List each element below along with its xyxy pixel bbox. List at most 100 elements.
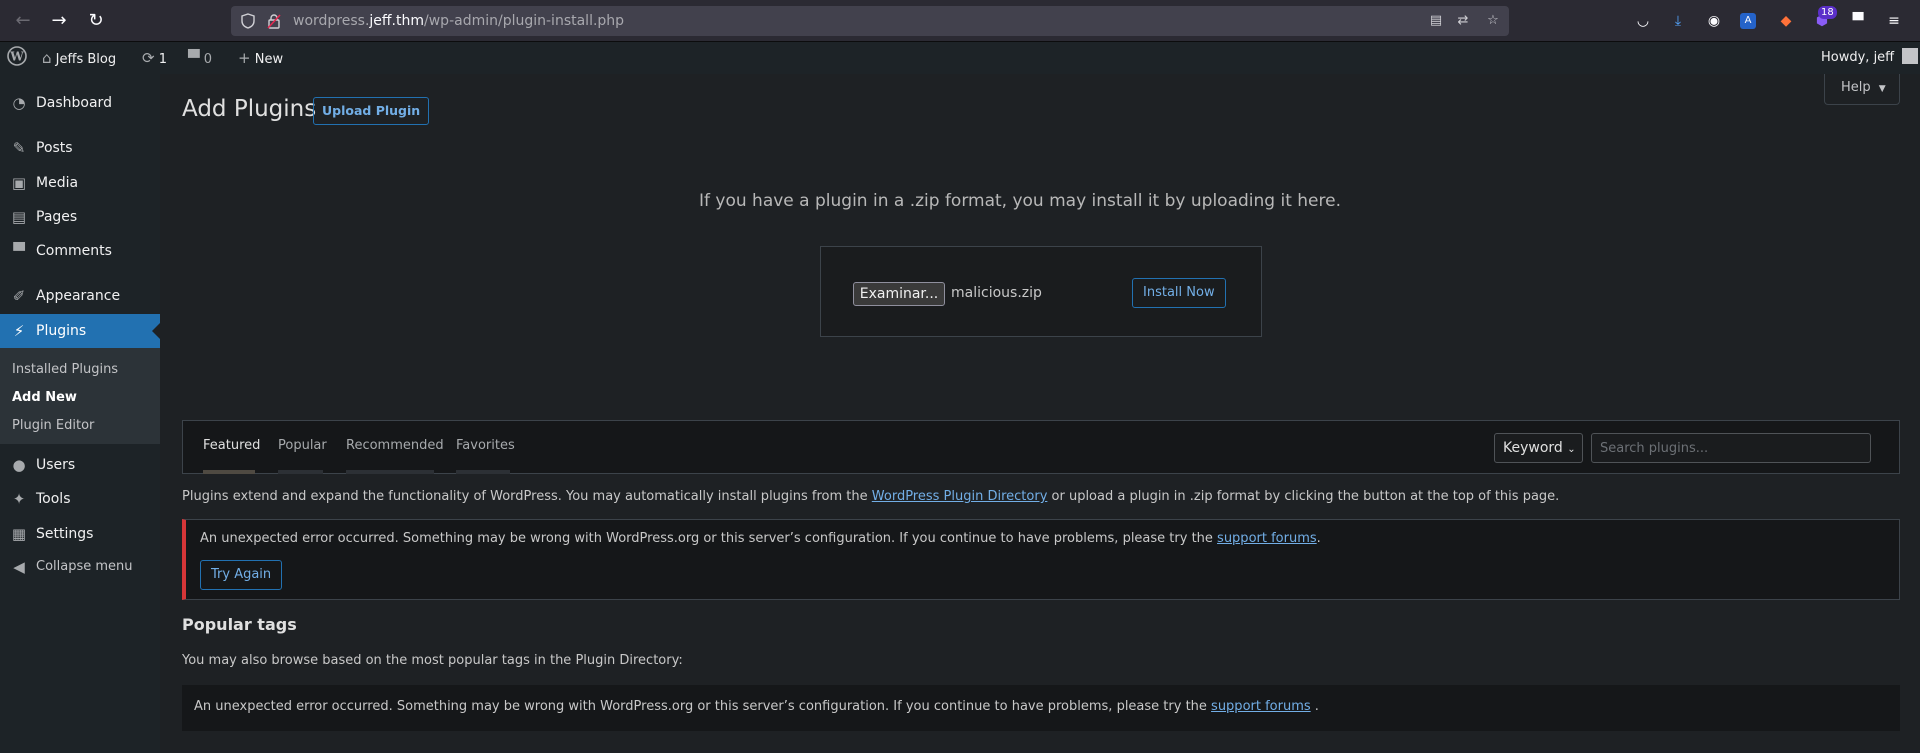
plus-icon: + bbox=[238, 49, 251, 67]
browser-toolbar: ← → ↻ wordpress.jeff.thm/wp-admin/plugin… bbox=[0, 0, 1920, 42]
support-forums-link[interactable]: support forums bbox=[1217, 531, 1317, 546]
sidebar-item-pages[interactable]: ▤ Pages bbox=[0, 200, 160, 234]
plugins-submenu: Installed Plugins Add New Plugin Editor bbox=[0, 348, 160, 444]
main-content: Help ▼ Add Plugins Upload Plugin If you … bbox=[160, 74, 1920, 753]
sidebar-item-settings[interactable]: ▦ Settings bbox=[0, 517, 160, 551]
upload-plugin-form: Examinar... malicious.zip Install Now bbox=[820, 246, 1262, 337]
error-text-part: . bbox=[1316, 531, 1321, 546]
translator-extension-icon[interactable]: A bbox=[1740, 13, 1756, 29]
caret-down-icon: ▼ bbox=[1878, 84, 1886, 94]
search-type-value: Keyword bbox=[1503, 440, 1563, 456]
try-again-button[interactable]: Try Again bbox=[200, 560, 283, 590]
collapse-menu-button[interactable]: ◀ Collapse menu bbox=[0, 550, 160, 584]
tab-favorites[interactable]: Favorites bbox=[456, 421, 515, 474]
plugin-filter-bar: Featured Popular Recommended Favorites K… bbox=[182, 420, 1900, 474]
submenu-plugin-editor[interactable]: Plugin Editor bbox=[12, 418, 94, 433]
comments-link[interactable]: ▀ 0 bbox=[188, 42, 212, 74]
tab-popular[interactable]: Popular bbox=[278, 421, 327, 474]
selected-file-name: malicious.zip bbox=[951, 285, 1042, 301]
support-forums-link-2[interactable]: support forums bbox=[1211, 699, 1311, 714]
sidebar-item-label: Comments bbox=[36, 243, 112, 259]
tab-recommended[interactable]: Recommended bbox=[346, 421, 444, 474]
submenu-add-new[interactable]: Add New bbox=[12, 390, 77, 405]
extension-mask-icon[interactable]: ◉ bbox=[1704, 11, 1724, 31]
tags-error-message: An unexpected error occurred. Something … bbox=[194, 699, 1319, 714]
bookmark-star-icon[interactable]: ☆ bbox=[1485, 13, 1501, 29]
error-text-part: An unexpected error occurred. Something … bbox=[194, 699, 1212, 714]
sidebar-item-plugins[interactable]: ⚡ Plugins bbox=[0, 314, 160, 348]
tags-error-notice: An unexpected error occurred. Something … bbox=[182, 685, 1900, 731]
translate-icon[interactable]: ⇄ bbox=[1455, 13, 1471, 29]
search-plugins-input[interactable] bbox=[1591, 433, 1871, 463]
new-label: New bbox=[254, 52, 284, 67]
sidebar-item-posts[interactable]: ✎ Posts bbox=[0, 131, 160, 165]
error-text-part: . bbox=[1310, 699, 1319, 714]
sidebar-item-appearance[interactable]: ✐ Appearance bbox=[0, 279, 160, 313]
sidebar-item-label: Posts bbox=[36, 140, 73, 156]
sidebar-item-label: Appearance bbox=[36, 288, 121, 304]
page-title: Add Plugins bbox=[182, 96, 317, 122]
install-now-button[interactable]: Install Now bbox=[1132, 278, 1226, 308]
forward-icon[interactable]: → bbox=[48, 10, 70, 32]
url-bar[interactable]: wordpress.jeff.thm/wp-admin/plugin-insta… bbox=[231, 6, 1509, 36]
plugins-intro-text: Plugins extend and expand the functional… bbox=[182, 489, 1559, 504]
howdy-text: Howdy, jeff bbox=[1821, 50, 1895, 65]
sidebar-item-label: Settings bbox=[36, 526, 94, 542]
file-browse-button[interactable]: Examinar... bbox=[853, 282, 945, 306]
menu-icon[interactable]: ≡ bbox=[1884, 11, 1904, 31]
sidebar-item-dashboard[interactable]: ◔ Dashboard bbox=[0, 86, 160, 120]
lock-slash-icon[interactable] bbox=[266, 13, 282, 29]
foxyproxy-icon[interactable]: ◆ bbox=[1776, 11, 1796, 31]
sidebar-item-users[interactable]: ● Users bbox=[0, 448, 160, 482]
comment-icon: ▀ bbox=[13, 242, 25, 260]
collapse-icon: ◀ bbox=[13, 558, 25, 576]
sidebar-item-label: Pages bbox=[36, 209, 78, 225]
plugin-directory-link[interactable]: WordPress Plugin Directory bbox=[872, 489, 1048, 504]
user-icon: ● bbox=[12, 456, 26, 474]
upload-instructions: If you have a plugin in a .zip format, y… bbox=[699, 191, 1341, 211]
downloads-icon[interactable]: ⤓ bbox=[1668, 11, 1688, 31]
settings-icon: ▦ bbox=[11, 525, 27, 543]
site-name-link[interactable]: ⌂ Jeffs Blog bbox=[42, 42, 116, 74]
popular-tags-description: You may also browse based on the most po… bbox=[182, 653, 683, 668]
updates-icon: ⟳ bbox=[142, 49, 155, 67]
reader-view-icon[interactable]: ▤ bbox=[1428, 13, 1444, 29]
sidebar-item-label: Plugins bbox=[36, 323, 87, 339]
sidebar-item-media[interactable]: ▣ Media bbox=[0, 166, 160, 200]
sidebar-item-comments[interactable]: ▀ Comments bbox=[0, 234, 160, 268]
tab-featured[interactable]: Featured bbox=[203, 421, 260, 474]
error-text-part: An unexpected error occurred. Something … bbox=[200, 531, 1218, 546]
error-notice: An unexpected error occurred. Something … bbox=[182, 519, 1900, 600]
pocket-icon[interactable]: ◡ bbox=[1633, 11, 1653, 31]
extension-hat-icon[interactable]: ▀ bbox=[1848, 11, 1868, 31]
comment-bubble-icon: ▀ bbox=[188, 49, 200, 67]
comments-count: 0 bbox=[203, 52, 212, 67]
home-icon: ⌂ bbox=[42, 49, 52, 67]
sidebar-item-tools[interactable]: ✦ Tools bbox=[0, 482, 160, 516]
shield-icon[interactable] bbox=[240, 13, 256, 29]
upload-plugin-button[interactable]: Upload Plugin bbox=[313, 97, 430, 125]
sidebar-item-label: Dashboard bbox=[36, 95, 112, 111]
site-name: Jeffs Blog bbox=[55, 52, 117, 67]
intro-text-part: Plugins extend and expand the functional… bbox=[182, 489, 872, 504]
url-text[interactable]: wordpress.jeff.thm/wp-admin/plugin-insta… bbox=[293, 13, 624, 29]
my-account-link[interactable]: Howdy, jeff bbox=[1821, 42, 1919, 74]
reload-icon[interactable]: ↻ bbox=[85, 10, 107, 32]
back-icon[interactable]: ← bbox=[12, 10, 34, 32]
brush-icon: ✐ bbox=[12, 287, 26, 305]
help-tab-button[interactable]: Help ▼ bbox=[1824, 74, 1900, 105]
media-icon: ▣ bbox=[11, 174, 27, 192]
dashboard-icon: ◔ bbox=[12, 94, 26, 112]
popular-tags-heading: Popular tags bbox=[182, 615, 297, 634]
intro-text-part: or upload a plugin in .zip format by cli… bbox=[1047, 489, 1560, 504]
sidebar-item-label: Users bbox=[36, 457, 76, 473]
avatar-icon bbox=[1902, 48, 1919, 64]
wordpress-logo-icon[interactable]: W bbox=[7, 42, 27, 74]
new-content-link[interactable]: + New bbox=[238, 42, 283, 74]
chevron-down-icon: ⌄ bbox=[1567, 444, 1576, 455]
search-type-select[interactable]: Keyword ⌄ bbox=[1494, 433, 1583, 463]
updates-link[interactable]: ⟳ 1 bbox=[142, 42, 167, 74]
submenu-installed-plugins[interactable]: Installed Plugins bbox=[12, 362, 118, 377]
pin-icon: ✎ bbox=[12, 139, 26, 157]
sidebar-item-label: Media bbox=[36, 175, 79, 191]
